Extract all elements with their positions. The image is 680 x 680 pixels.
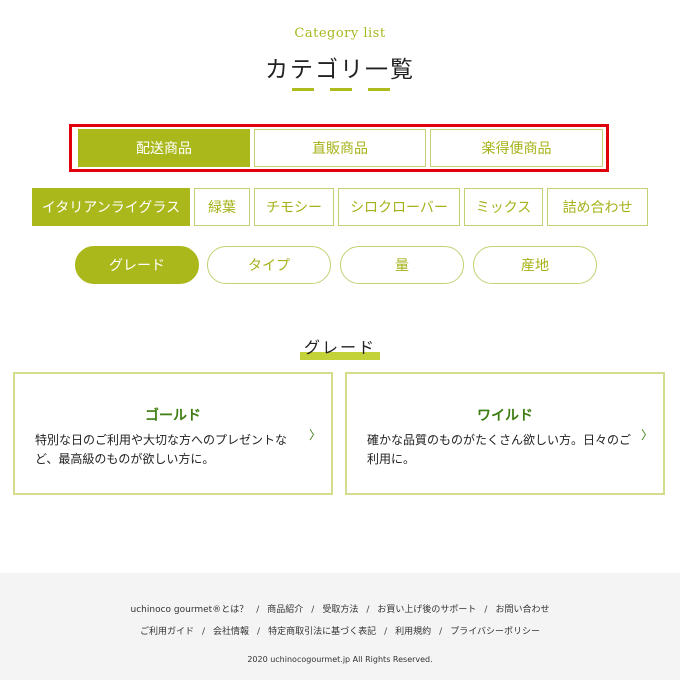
card-description: 確かな品質のものがたくさん欲しい方。日々のご利用に。 (367, 433, 632, 466)
footer-link-company[interactable]: 会社情報 (213, 627, 249, 637)
copyright: 2020 uchinocogourmet.jp All Rights Reser… (247, 655, 433, 664)
footer-separator: / (201, 627, 206, 637)
footer-separator: / (384, 627, 388, 637)
footer-link-legal[interactable]: 特定商取引法に基づく表記 (268, 627, 376, 637)
chip-mix[interactable]: ミックス (464, 188, 543, 226)
footer-separator: / (484, 605, 488, 615)
footer-separator: / (439, 627, 443, 637)
footer-separator: / (257, 627, 261, 637)
filter-amount[interactable]: 量 (340, 246, 464, 284)
footer-links-row-1: uchinoco gourmet®とは？ / 商品紹介 / 受取方法 / お買い上げ後のサポ… (0, 602, 680, 615)
filter-type[interactable]: タイプ (207, 246, 331, 284)
section-heading: グレード (0, 334, 680, 360)
footer-link-privacy[interactable]: プライバシーポリシー (450, 627, 540, 637)
footer-link-support[interactable]: お買い上げ後のサポート (377, 605, 476, 615)
card-title: ゴールド (145, 408, 201, 424)
chevron-right-icon: 〉 (640, 428, 653, 442)
footer-link-guide[interactable]: ご利用ガイド (140, 627, 194, 637)
chip-assortment[interactable]: 詰め合わせ (547, 188, 648, 226)
chevron-right-icon: 〉 (308, 428, 321, 442)
footer-separator: / (256, 605, 260, 615)
footer-link-receiving[interactable]: 受取方法 (322, 605, 358, 615)
chip-white-clover[interactable]: シロクローバー (338, 188, 460, 226)
highlight-box (69, 124, 609, 172)
footer-link-terms[interactable]: 利用規約 (395, 627, 431, 637)
category-subtitle: Category list (294, 26, 386, 41)
filter-origin[interactable]: 産地 (473, 246, 597, 284)
card-title: ワイルド (477, 408, 533, 424)
section-title: グレード (299, 334, 380, 360)
footer-separator: / (311, 605, 315, 615)
footer-link-contact[interactable]: お問い合わせ (495, 605, 549, 615)
card-gold[interactable]: ゴールド 特別な日のご利用や大切な方へのプレゼントなど、最高級のものが欲しい方に… (13, 372, 333, 495)
chip-green-leaf[interactable]: 緑葉 (194, 188, 250, 226)
chip-timothy[interactable]: チモシー (254, 188, 334, 226)
title-dashes (292, 88, 390, 92)
page-title: カテゴリ一覧 (265, 57, 415, 83)
footer-separator: / (366, 605, 370, 615)
card-wild[interactable]: ワイルド 確かな品質のものがたくさん欲しい方。日々のご利用に。 〉 (345, 372, 665, 495)
filter-grade[interactable]: グレード (75, 246, 199, 284)
card-description: 特別な日のご利用や大切な方へのプレゼントなど、最高級のものが欲しい方に。 (35, 433, 288, 466)
footer-link-about[interactable]: uchinoco gourmet®とは？ (131, 605, 249, 615)
footer-link-products[interactable]: 商品紹介 (267, 605, 303, 615)
chip-italian-ryegrass[interactable]: イタリアンライグラス (32, 188, 190, 226)
footer: uchinoco gourmet®とは？ / 商品紹介 / 受取方法 / お買い上げ後のサポ… (0, 573, 680, 680)
footer-links-row-2: ご利用ガイド / 会社情報 / 特定商取引法に基づく表記 / 利用規約 / プライバシーポリシー (0, 624, 680, 637)
